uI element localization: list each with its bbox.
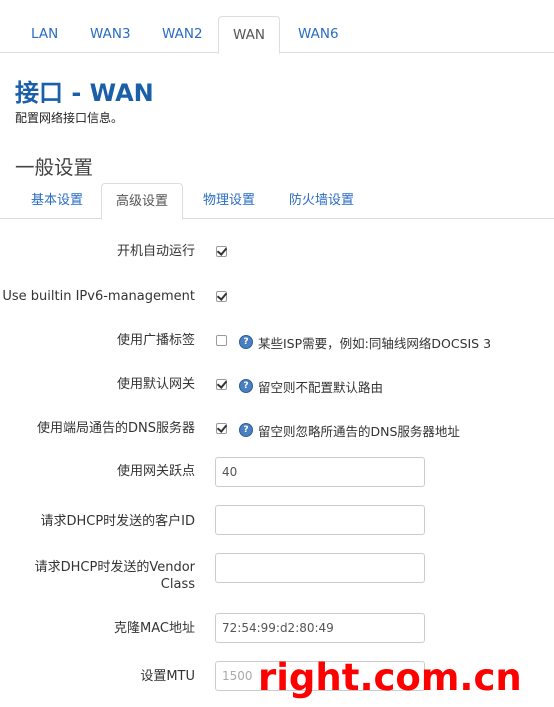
- tab-lan[interactable]: LAN: [17, 16, 72, 53]
- broadcast-checkbox[interactable]: [216, 335, 227, 346]
- metric-input[interactable]: 40: [215, 457, 425, 487]
- default-gateway-checkbox[interactable]: [216, 379, 227, 390]
- interface-tabs: LAN WAN3 WAN2 WAN WAN6: [0, 16, 554, 54]
- vendor-class-input[interactable]: [215, 553, 425, 583]
- autostart-checkbox[interactable]: [216, 246, 227, 257]
- mac-label: 克隆MAC地址: [114, 621, 195, 636]
- mtu-label: 设置MTU: [140, 669, 195, 684]
- ipv6-checkbox[interactable]: [216, 291, 227, 302]
- help-icon: ?: [239, 423, 253, 437]
- help-icon: ?: [239, 379, 253, 393]
- client-id-label: 请求DHCP时发送的客户ID: [40, 514, 195, 529]
- client-id-input[interactable]: [215, 505, 425, 535]
- tab-wan6[interactable]: WAN6: [284, 16, 353, 53]
- page-title: 接口 - WAN: [15, 79, 154, 107]
- broadcast-hint: 某些ISP需要，例如:同轴线网络DOCSIS 3: [258, 336, 492, 351]
- default-gateway-label: 使用默认网关: [116, 377, 195, 392]
- autostart-label: 开机自动运行: [116, 244, 195, 259]
- tab-advanced-settings[interactable]: 高级设置: [101, 183, 184, 220]
- tab-basic-settings[interactable]: 基本设置: [17, 183, 97, 219]
- peer-dns-checkbox[interactable]: [216, 423, 227, 434]
- mac-input[interactable]: 72:54:99:d2:80:49: [215, 613, 425, 643]
- tab-wan2[interactable]: WAN2: [148, 16, 217, 53]
- vendor-class-label: 请求DHCP时发送的Vendor Class: [34, 560, 195, 592]
- metric-label: 使用网关跃点: [116, 464, 195, 479]
- broadcast-label: 使用广播标签: [116, 333, 195, 348]
- help-icon: ?: [239, 335, 253, 349]
- tab-firewall-settings[interactable]: 防火墙设置: [275, 183, 368, 219]
- ipv6-label: Use builtin IPv6-management: [2, 289, 195, 304]
- tab-physical-settings[interactable]: 物理设置: [189, 183, 269, 219]
- section-title: 一般设置: [15, 156, 94, 179]
- page-description: 配置网络接口信息。: [15, 111, 124, 125]
- tab-wan3[interactable]: WAN3: [76, 16, 145, 53]
- peer-dns-label: 使用端局通告的DNS服务器: [37, 421, 195, 436]
- default-gateway-hint: 留空则不配置默认路由: [258, 380, 384, 395]
- watermark: right.com.cn: [258, 656, 522, 699]
- tab-wan[interactable]: WAN: [218, 16, 280, 54]
- peer-dns-hint: 留空则忽略所通告的DNS服务器地址: [258, 424, 460, 439]
- settings-tabs: 基本设置 高级设置 物理设置 防火墙设置: [0, 183, 554, 220]
